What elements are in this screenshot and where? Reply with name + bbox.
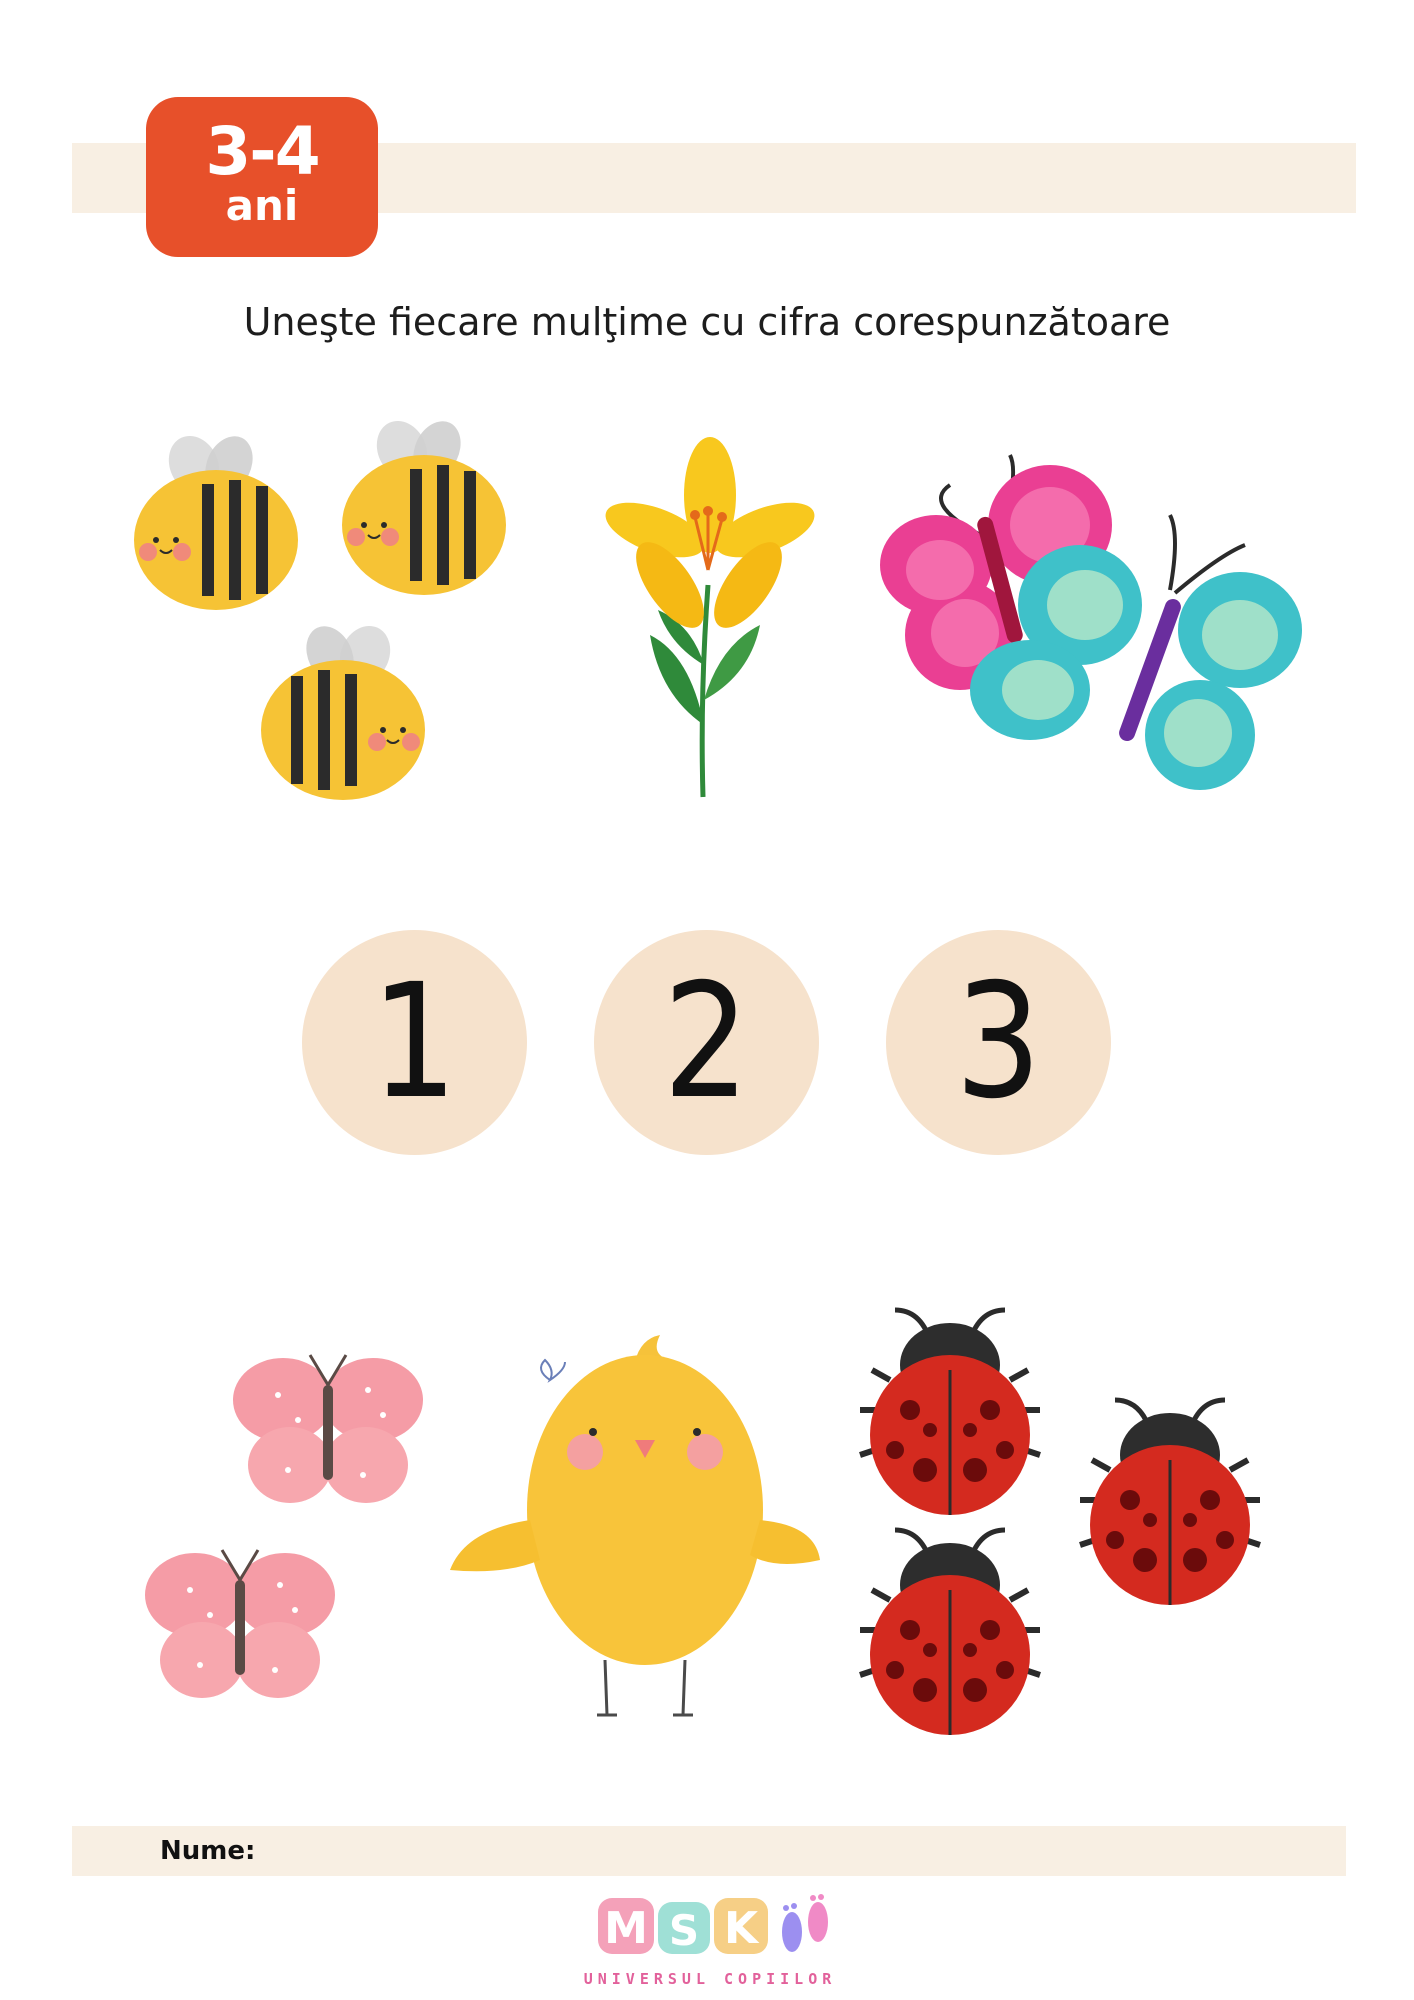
name-label: Nume: [160,1836,256,1866]
number-3: 3 [955,950,1042,1134]
bee-icon [133,426,299,611]
ladybugs-group [850,1270,1270,1750]
footprints-icon [782,1894,828,1952]
number-2-circle[interactable]: 2 [594,930,819,1155]
logo-tagline: UNIVERSUL COPIILOR [583,1970,837,1988]
brand-logo: M S K UNIVERSUL COPIILOR [560,1888,860,1998]
logo-letter-k: K [724,1903,760,1954]
bee-icon [260,616,426,801]
number-3-circle[interactable]: 3 [886,930,1111,1155]
pink-butterfly-icon [143,1548,337,1700]
butterflies-group [880,454,1302,790]
logo-mark: M S K [598,1894,828,1955]
bees-group [133,411,507,801]
chick-icon [450,1335,820,1717]
bee-icon [341,411,507,596]
number-1: 1 [371,950,458,1134]
logo-letter-s: S [669,1906,699,1955]
ladybug-icon [1080,1400,1260,1605]
ladybug-icon [860,1530,1040,1735]
pink-butterflies-group [143,1353,425,1700]
flower-icon [605,437,815,798]
pink-butterfly-icon [231,1353,425,1505]
instruction-text: Uneşte fiecare mulţime cu cifra corespun… [243,300,1171,344]
logo-letter-m: M [604,1903,648,1954]
name-band [72,1826,1346,1876]
number-1-circle[interactable]: 1 [302,930,527,1155]
age-unit: ani [225,181,299,230]
age-badge: 3-4 ani [146,97,378,257]
age-range: 3-4 [205,113,320,190]
ladybug-icon [860,1310,1040,1515]
number-2: 2 [663,950,750,1134]
